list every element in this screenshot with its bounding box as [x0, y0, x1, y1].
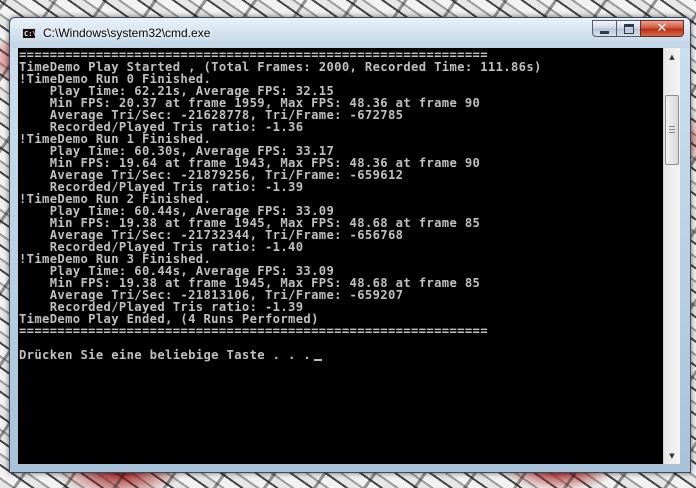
- cmd-window[interactable]: C:\ C:\Windows\system32\cmd.exe ✕ ======…: [9, 17, 691, 473]
- window-title: C:\Windows\system32\cmd.exe: [43, 26, 211, 40]
- cmd-app-icon[interactable]: C:\: [22, 28, 37, 39]
- minimize-button[interactable]: [592, 20, 617, 37]
- grip-icon: [669, 126, 675, 134]
- arrow-up-icon: ▲: [669, 52, 675, 61]
- minimize-icon: [600, 30, 609, 34]
- caption-buttons: ✕: [592, 20, 684, 39]
- scroll-thumb[interactable]: [665, 95, 679, 165]
- maximize-icon: [623, 23, 634, 34]
- scroll-down-button[interactable]: ▼: [664, 447, 680, 464]
- text-cursor: [314, 359, 323, 361]
- console-line: ========================================…: [19, 324, 488, 338]
- title-bar[interactable]: C:\ C:\Windows\system32\cmd.exe ✕: [10, 18, 690, 48]
- scroll-up-button[interactable]: ▲: [664, 48, 680, 65]
- arrow-down-icon: ▼: [669, 451, 675, 460]
- close-icon: ✕: [656, 21, 668, 36]
- maximize-button[interactable]: [616, 20, 641, 37]
- console-line: Drücken Sie eine beliebige Taste . . .: [19, 349, 323, 361]
- vertical-scrollbar[interactable]: ▲ ▼: [663, 48, 680, 464]
- console-output[interactable]: ========================================…: [18, 48, 663, 464]
- close-button[interactable]: ✕: [640, 20, 684, 37]
